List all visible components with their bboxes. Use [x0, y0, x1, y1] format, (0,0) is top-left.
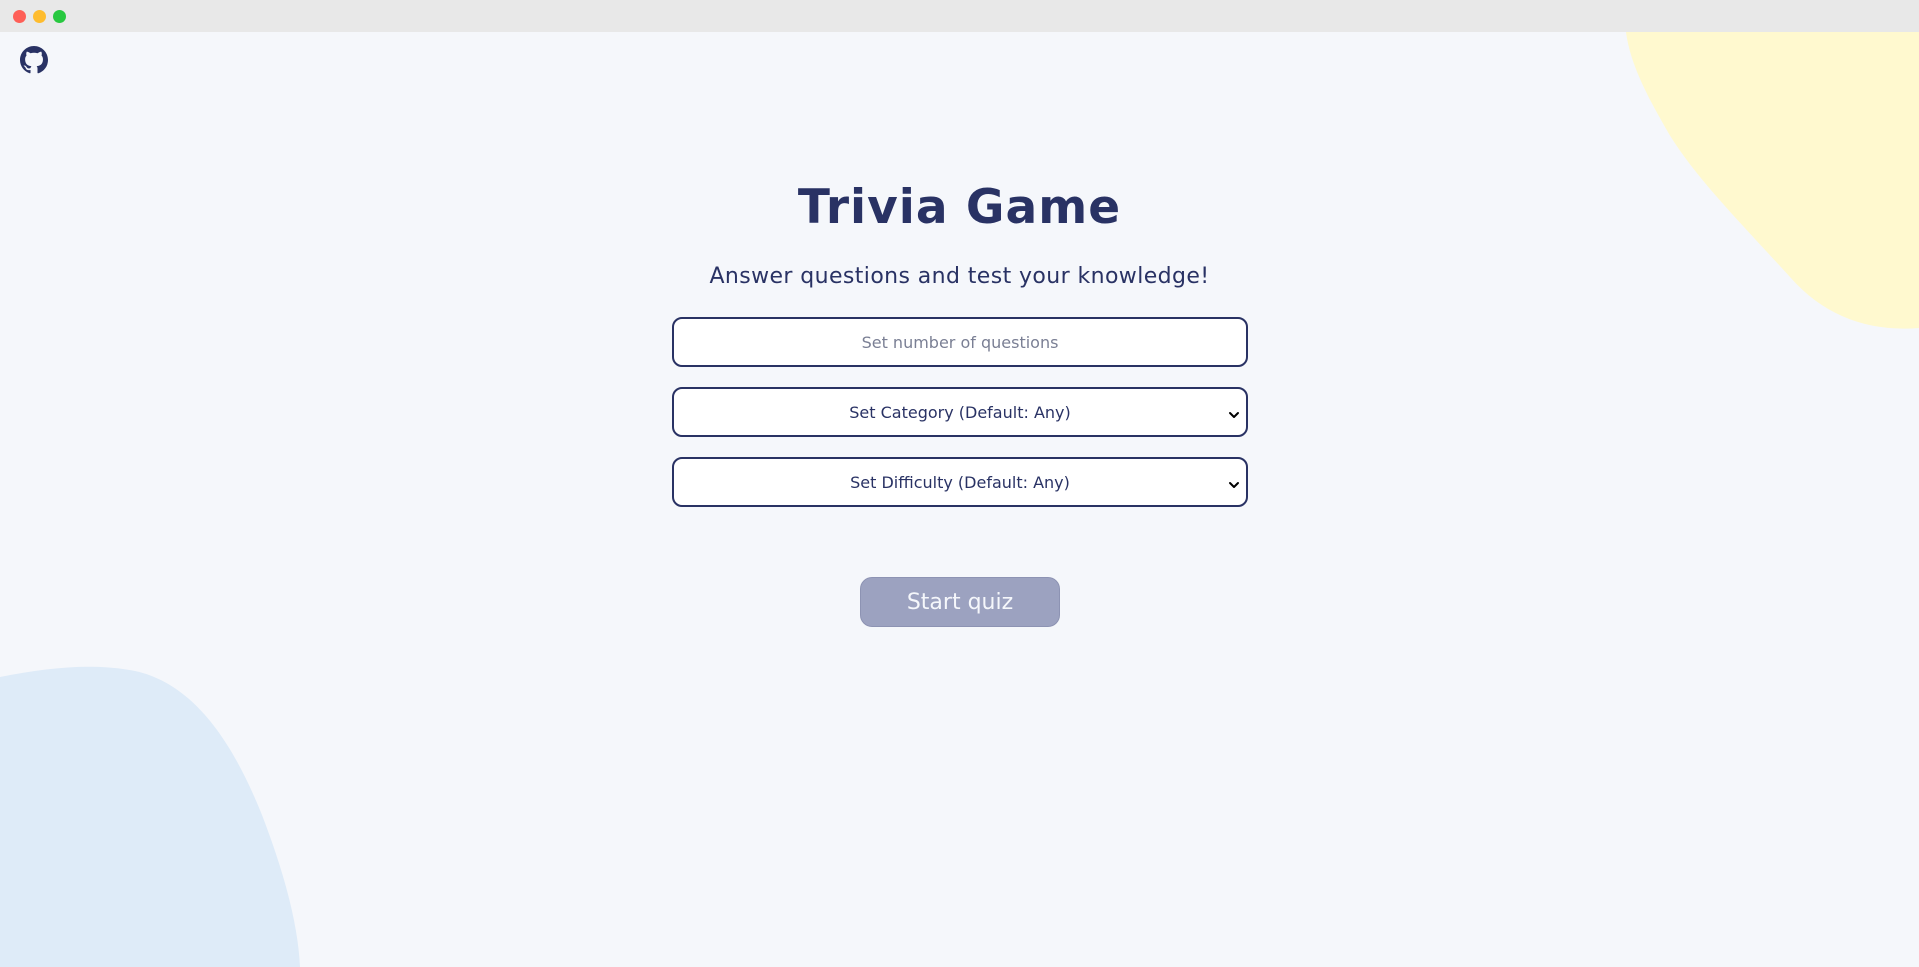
- page-subtitle: Answer questions and test your knowledge…: [709, 264, 1210, 289]
- github-link[interactable]: [20, 46, 48, 74]
- difficulty-select[interactable]: Set Difficulty (Default: Any): [672, 457, 1248, 507]
- main-content: Trivia Game Answer questions and test yo…: [0, 0, 1919, 967]
- minimize-window-button[interactable]: [33, 10, 46, 23]
- page-title: Trivia Game: [797, 180, 1122, 235]
- app-window: Trivia Game Answer questions and test yo…: [0, 0, 1919, 967]
- maximize-window-button[interactable]: [53, 10, 66, 23]
- category-select[interactable]: Set Category (Default: Any): [672, 387, 1248, 437]
- close-window-button[interactable]: [13, 10, 26, 23]
- number-of-questions-input[interactable]: [672, 317, 1248, 367]
- chevron-down-icon: [1228, 476, 1240, 488]
- window-titlebar: [0, 0, 1919, 32]
- chevron-down-icon: [1228, 406, 1240, 418]
- category-select-value: Set Category (Default: Any): [849, 402, 1071, 422]
- start-quiz-button[interactable]: Start quiz: [860, 577, 1060, 627]
- difficulty-select-value: Set Difficulty (Default: Any): [850, 472, 1070, 492]
- github-icon: [20, 46, 48, 78]
